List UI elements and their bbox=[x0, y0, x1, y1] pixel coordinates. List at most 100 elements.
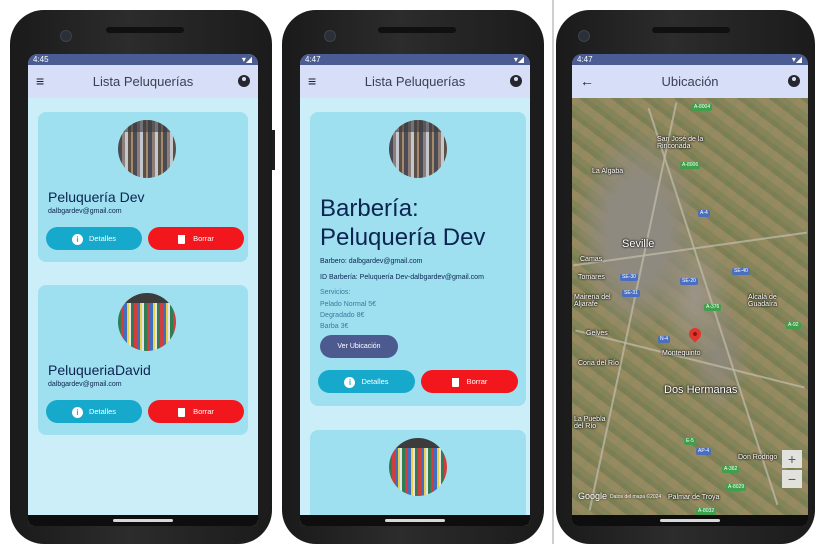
map-attribution[interactable]: Datos del mapa ©2024 bbox=[610, 494, 661, 500]
road-shield: SE-40 bbox=[732, 268, 750, 275]
signal-battery-icon: ▾◢ bbox=[513, 55, 524, 64]
phone-frame-map: 4:47 ▾◢ ← Ubicación San José de la Rinco… bbox=[556, 10, 815, 544]
barber-name: Peluquería Dev bbox=[48, 189, 145, 205]
details-button[interactable]: i Detalles bbox=[318, 370, 415, 393]
trash-icon bbox=[178, 407, 186, 417]
delete-label: Borrar bbox=[193, 234, 214, 243]
map-label: La Algaba bbox=[592, 168, 624, 175]
delete-button[interactable]: Borrar bbox=[148, 400, 244, 423]
account-icon[interactable] bbox=[788, 75, 800, 87]
side-button bbox=[272, 130, 275, 170]
home-indicator[interactable] bbox=[660, 519, 720, 522]
phone-frame-detail: 4:47 ▾◢ ≡ Lista Peluquerías Barbería: Pe… bbox=[282, 10, 544, 544]
map-label: Mairena del Aljarafe bbox=[574, 294, 611, 308]
info-icon: i bbox=[344, 376, 356, 388]
info-icon: i bbox=[71, 406, 83, 418]
account-icon[interactable] bbox=[510, 75, 522, 87]
map-label: Gelves bbox=[586, 330, 608, 337]
barber-name: PeluqueriaDavid bbox=[48, 362, 151, 378]
gesture-bar bbox=[28, 515, 258, 526]
signal-battery-icon: ▾◢ bbox=[241, 55, 252, 64]
details-label: Detalles bbox=[88, 234, 117, 243]
google-logo: Google bbox=[578, 491, 608, 501]
barber-detail-card: Barbería: Peluquería Dev Barbero: dalbga… bbox=[310, 112, 526, 406]
road-shield: N-4 bbox=[658, 336, 671, 343]
info-icon: i bbox=[71, 233, 83, 245]
home-indicator[interactable] bbox=[385, 519, 445, 522]
road-shield: SE-30 bbox=[620, 274, 638, 281]
barberia-id: ID Barbería: Peluquería Dev-dalbgardev@g… bbox=[320, 274, 484, 281]
front-camera bbox=[578, 30, 590, 42]
map-label-city: Dos Hermanas bbox=[664, 384, 738, 396]
map-label: Montequinto bbox=[662, 350, 701, 357]
view-location-button[interactable]: Ver Ubicación bbox=[320, 335, 398, 358]
barber-email: dalbgardev@gmail.com bbox=[48, 208, 122, 215]
status-bar: 4:47 ▾◢ bbox=[572, 54, 808, 65]
gesture-bar bbox=[300, 515, 530, 526]
road-shield: AP-4 bbox=[696, 448, 712, 455]
road-shield: SE-20 bbox=[680, 278, 698, 285]
map-label: Tomares bbox=[578, 274, 605, 281]
speaker-grille bbox=[378, 27, 456, 33]
home-indicator[interactable] bbox=[113, 519, 173, 522]
panel-divider bbox=[552, 0, 554, 544]
details-label: Detalles bbox=[361, 377, 389, 386]
service-item: Barba 3€ bbox=[320, 323, 349, 330]
trash-icon bbox=[451, 377, 459, 387]
delete-label: Borrar bbox=[193, 407, 214, 416]
map-label: Camas bbox=[580, 256, 603, 263]
road-shield: SE-31 bbox=[622, 290, 640, 297]
details-button[interactable]: i Detalles bbox=[46, 227, 142, 250]
status-time: 4:47 bbox=[305, 55, 321, 64]
gesture-bar bbox=[572, 515, 808, 526]
map-label: Palmar de Troya bbox=[668, 494, 720, 501]
road-shield: A-362 bbox=[722, 466, 740, 473]
detail-screen: 4:47 ▾◢ ≡ Lista Peluquerías Barbería: Pe… bbox=[300, 54, 530, 526]
barber-avatar bbox=[389, 120, 447, 178]
barber-avatar bbox=[389, 438, 447, 496]
zoom-out-button[interactable]: − bbox=[782, 470, 802, 488]
status-time: 4:47 bbox=[577, 55, 593, 64]
location-pin-icon[interactable] bbox=[686, 325, 704, 343]
phone-frame-list: 4:45 ▾◢ ≡ Lista Peluquerías Peluquería D… bbox=[10, 10, 275, 544]
road-shield: A-8032 bbox=[696, 508, 717, 515]
road-shield: A-8004 bbox=[692, 104, 713, 111]
road-shield: A-4 bbox=[698, 210, 710, 217]
barber-avatar bbox=[118, 120, 176, 178]
barber-email: dalbgardev@gmail.com bbox=[48, 381, 122, 388]
satellite-map[interactable]: San José de la Rinconada La Algaba Sevil… bbox=[572, 98, 808, 515]
delete-label: Borrar bbox=[466, 377, 488, 386]
barber-avatar bbox=[118, 293, 176, 351]
status-bar: 4:45 ▾◢ bbox=[28, 54, 258, 65]
map-label: Alcalá de Guadaíra bbox=[748, 294, 778, 308]
details-button[interactable]: i Detalles bbox=[46, 400, 142, 423]
list-screen: 4:45 ▾◢ ≡ Lista Peluquerías Peluquería D… bbox=[28, 54, 258, 526]
page-title: Lista Peluquerías bbox=[92, 74, 194, 89]
app-bar: ≡ Lista Peluquerías bbox=[28, 65, 258, 98]
speaker-grille bbox=[106, 27, 184, 33]
delete-button[interactable]: Borrar bbox=[421, 370, 518, 393]
road-shield: E-5 bbox=[684, 438, 696, 445]
map-screen: 4:47 ▾◢ ← Ubicación San José de la Rinco… bbox=[572, 54, 808, 526]
barber-card: Peluquería Dev dalbgardev@gmail.com i Det… bbox=[38, 112, 248, 262]
status-time: 4:45 bbox=[33, 55, 49, 64]
map-label: La Puebla del Río bbox=[574, 416, 606, 430]
delete-button[interactable]: Borrar bbox=[148, 227, 244, 250]
map-label: San José de la Rinconada bbox=[657, 136, 704, 150]
barber-card bbox=[310, 430, 526, 526]
page-title: Lista Peluquerías bbox=[364, 74, 466, 89]
zoom-in-button[interactable]: + bbox=[782, 450, 802, 468]
road-shield: A-92 bbox=[786, 322, 801, 329]
road-shield: A-8029 bbox=[726, 484, 747, 491]
details-label: Detalles bbox=[88, 407, 117, 416]
barber-heading: Barbería: Peluquería Dev bbox=[320, 195, 486, 251]
service-item: Degradado 8€ bbox=[320, 312, 365, 319]
road-shield: A-8006 bbox=[680, 162, 701, 169]
map-label: Don Rodrigo bbox=[738, 454, 778, 461]
front-camera bbox=[324, 30, 336, 42]
map-label-city: Seville bbox=[622, 238, 655, 250]
road-shield: A-376 bbox=[704, 304, 722, 311]
signal-battery-icon: ▾◢ bbox=[791, 55, 802, 64]
account-icon[interactable] bbox=[238, 75, 250, 87]
service-item: Pelado Normal 5€ bbox=[320, 301, 377, 308]
